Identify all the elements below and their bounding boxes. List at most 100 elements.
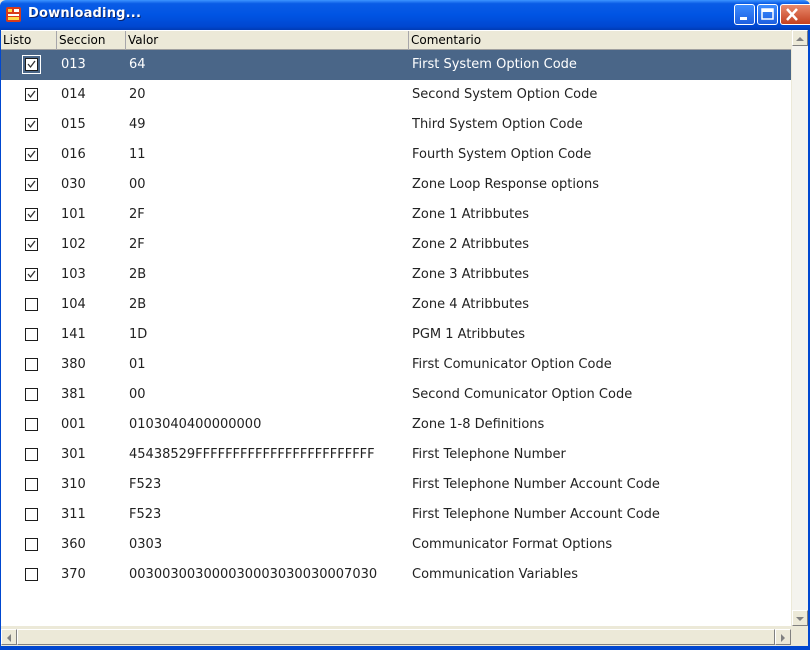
listo-checkbox[interactable]	[25, 388, 38, 401]
minimize-button[interactable]	[734, 4, 755, 25]
listo-checkbox[interactable]	[25, 538, 38, 551]
cell-valor: 2B	[129, 297, 147, 312]
table-header: Listo Seccion Valor Comentario	[1, 30, 791, 50]
listo-checkbox[interactable]	[25, 88, 38, 101]
cell-seccion: 360	[61, 537, 86, 552]
cell-valor: F523	[129, 507, 162, 522]
cell-comentario: First System Option Code	[412, 57, 577, 72]
checkmark-icon	[27, 210, 36, 219]
window-title: Downloading...	[28, 6, 142, 21]
arrow-right-icon	[781, 634, 785, 642]
cell-valor: 64	[129, 57, 146, 72]
cell-comentario: PGM 1 Atribbutes	[412, 327, 525, 342]
listo-checkbox[interactable]	[25, 508, 38, 521]
table-row[interactable]: 141 1D PGM 1 Atribbutes	[1, 320, 791, 350]
checkmark-icon	[27, 240, 36, 249]
table-row[interactable]: 101 2F Zone 1 Atribbutes	[1, 200, 791, 230]
cell-comentario: Fourth System Option Code	[412, 147, 592, 162]
scroll-down-button[interactable]	[792, 610, 808, 626]
checkmark-icon	[27, 60, 36, 69]
table-row[interactable]: 030 00 Zone Loop Response options	[1, 170, 791, 200]
cell-comentario: First Telephone Number Account Code	[412, 507, 660, 522]
cell-valor: 0103040400000000	[129, 417, 262, 432]
cell-seccion: 380	[61, 357, 86, 372]
cell-comentario: First Comunicator Option Code	[412, 357, 612, 372]
sections-table: 013 64 First System Option Code 014 20 Second…	[1, 50, 791, 626]
horizontal-scrollbar[interactable]	[1, 628, 791, 645]
app-icon	[6, 7, 21, 22]
table-row[interactable]: 360 0303 Communicator Format Options	[1, 530, 791, 560]
table-row[interactable]: 104 2B Zone 4 Atribbutes	[1, 290, 791, 320]
checkmark-icon	[27, 180, 36, 189]
table-row[interactable]: 301 45438529FFFFFFFFFFFFFFFFFFFFFFFF First…	[1, 440, 791, 470]
column-header-valor[interactable]: Valor	[126, 31, 409, 50]
listo-checkbox[interactable]	[25, 208, 38, 221]
cell-valor: 2F	[129, 207, 145, 222]
column-header-listo[interactable]: Listo	[1, 31, 57, 50]
cell-seccion: 141	[61, 327, 86, 342]
table-row[interactable]: 001 0103040400000000 Zone 1-8 Definitions	[1, 410, 791, 440]
arrow-left-icon	[7, 634, 11, 642]
table-row[interactable]: 015 49 Third System Option Code	[1, 110, 791, 140]
table-row[interactable]: 370 003003003000030003030030007030 Communi…	[1, 560, 791, 590]
listo-checkbox[interactable]	[25, 118, 38, 131]
minimize-icon	[740, 17, 747, 20]
cell-valor: 11	[129, 147, 146, 162]
cell-comentario: Communication Variables	[412, 567, 579, 582]
listo-checkbox[interactable]	[25, 448, 38, 461]
table-row[interactable]: 381 00 Second Comunicator Option Code	[1, 380, 791, 410]
cell-valor: F523	[129, 477, 162, 492]
cell-valor: 45438529FFFFFFFFFFFFFFFFFFFFFFFF	[129, 447, 375, 462]
cell-comentario: Communicator Format Options	[412, 537, 613, 552]
cell-valor: 1D	[129, 327, 148, 342]
cell-seccion: 103	[61, 267, 86, 282]
cell-seccion: 381	[61, 387, 86, 402]
checkmark-icon	[27, 270, 36, 279]
cell-valor: 20	[129, 87, 146, 102]
cell-seccion: 102	[61, 237, 86, 252]
cell-comentario: Third System Option Code	[412, 117, 583, 132]
close-button[interactable]	[780, 4, 810, 25]
table-row[interactable]: 103 2B Zone 3 Atribbutes	[1, 260, 791, 290]
cell-seccion: 030	[61, 177, 86, 192]
scroll-up-button[interactable]	[792, 30, 808, 46]
table-row[interactable]: 310 F523 First Telephone Number Account Co…	[1, 470, 791, 500]
table-row[interactable]: 102 2F Zone 2 Atribbutes	[1, 230, 791, 260]
listo-checkbox[interactable]	[25, 418, 38, 431]
cell-comentario: First Telephone Number Account Code	[412, 477, 660, 492]
column-header-comentario[interactable]: Comentario	[409, 31, 791, 50]
checkmark-icon	[27, 150, 36, 159]
listo-checkbox[interactable]	[25, 568, 38, 581]
cell-seccion: 301	[61, 447, 86, 462]
listo-checkbox[interactable]	[25, 178, 38, 191]
cell-comentario: Zone 3 Atribbutes	[412, 267, 529, 282]
title-bar[interactable]: Downloading...	[0, 0, 810, 30]
close-icon	[786, 8, 798, 21]
scroll-left-button[interactable]	[1, 629, 17, 645]
listo-checkbox[interactable]	[25, 238, 38, 251]
cell-seccion: 370	[61, 567, 86, 582]
maximize-button[interactable]	[757, 4, 778, 25]
listo-checkbox[interactable]	[25, 358, 38, 371]
window-frame-bottom	[0, 646, 810, 650]
listo-checkbox[interactable]	[25, 478, 38, 491]
table-row[interactable]: 014 20 Second System Option Code	[1, 80, 791, 110]
table-row[interactable]: 013 64 First System Option Code	[1, 50, 791, 80]
listo-checkbox[interactable]	[25, 268, 38, 281]
cell-valor: 2B	[129, 267, 147, 282]
listo-checkbox[interactable]	[25, 298, 38, 311]
table-row[interactable]: 311 F523 First Telephone Number Account Co…	[1, 500, 791, 530]
vertical-scrollbar[interactable]	[791, 30, 808, 626]
listo-checkbox[interactable]	[25, 328, 38, 341]
cell-seccion: 311	[61, 507, 86, 522]
listo-checkbox[interactable]	[25, 58, 38, 71]
horizontal-scroll-thumb[interactable]	[17, 629, 775, 645]
listo-checkbox[interactable]	[25, 148, 38, 161]
column-header-seccion[interactable]: Seccion	[57, 31, 126, 50]
table-row[interactable]: 016 11 Fourth System Option Code	[1, 140, 791, 170]
table-row[interactable]: 380 01 First Comunicator Option Code	[1, 350, 791, 380]
cell-comentario: Second System Option Code	[412, 87, 598, 102]
cell-valor: 00	[129, 177, 146, 192]
cell-valor: 2F	[129, 237, 145, 252]
scroll-right-button[interactable]	[775, 629, 791, 645]
